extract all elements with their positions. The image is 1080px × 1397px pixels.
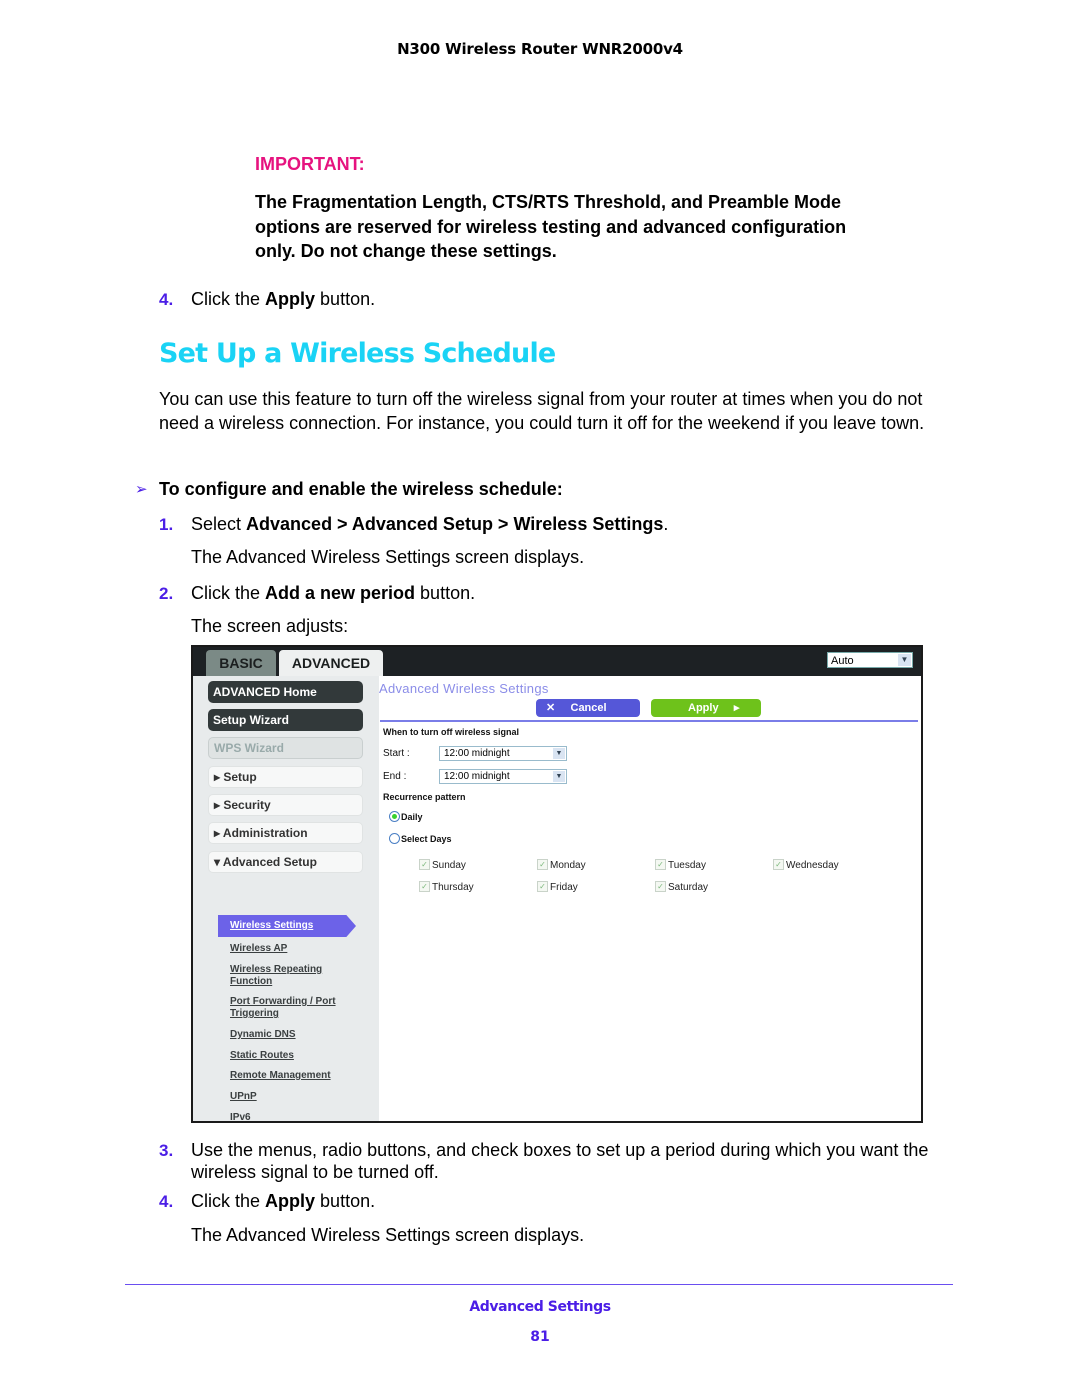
sidebar-item-port-forwarding[interactable]: Port Forwarding / Port Triggering bbox=[230, 996, 345, 1020]
step-number: 3. bbox=[159, 1141, 174, 1160]
step-3: 3. Use the menus, radio buttons, and che… bbox=[0, 1140, 1080, 1186]
step-text: Use the menus, radio buttons, and check … bbox=[191, 1140, 929, 1182]
wednesday-checkbox[interactable]: ✓ bbox=[773, 859, 784, 870]
procedure-arrow-icon: ➢ bbox=[135, 481, 148, 498]
important-note: The Fragmentation Length, CTS/RTS Thresh… bbox=[255, 192, 847, 261]
tab-advanced[interactable]: ADVANCED bbox=[279, 650, 383, 676]
language-select-value: Auto bbox=[831, 655, 854, 667]
daily-label: Daily bbox=[401, 812, 423, 822]
saturday-checkbox[interactable]: ✓ bbox=[655, 881, 666, 892]
start-label: Start : bbox=[383, 748, 410, 759]
step-text-post: button. bbox=[315, 1191, 376, 1211]
sidebar-item-wireless-ap[interactable]: Wireless AP bbox=[230, 943, 350, 955]
footer-section-name: Advanced Settings bbox=[469, 1299, 611, 1315]
step-text-post: button. bbox=[315, 289, 376, 309]
step-1-result: The Advanced Wireless Settings screen di… bbox=[191, 547, 585, 567]
select-days-label: Select Days bbox=[401, 834, 452, 844]
step-text: Click the Add a new period button. bbox=[191, 583, 475, 604]
chevron-down-icon: ▼ bbox=[553, 748, 565, 759]
saturday-label: Saturday bbox=[668, 882, 709, 893]
daily-radio[interactable] bbox=[389, 811, 400, 822]
cancel-button[interactable]: ✕ Cancel bbox=[536, 699, 640, 717]
sidebar-administration[interactable]: ▸ Administration bbox=[208, 822, 363, 844]
schedule-section-label: When to turn off wireless signal bbox=[383, 727, 520, 737]
top-bar: BASIC ADVANCED Auto ▼ bbox=[193, 647, 921, 676]
friday-label: Friday bbox=[550, 882, 578, 893]
step-number: 2. bbox=[159, 584, 174, 603]
sidebar-advanced-setup[interactable]: ▾ Advanced Setup bbox=[208, 851, 363, 873]
select-days-radio[interactable] bbox=[389, 833, 400, 844]
chevron-down-icon: ▼ bbox=[553, 771, 565, 782]
step-number: 1. bbox=[159, 515, 174, 534]
step-2-result: The screen adjusts: bbox=[191, 616, 349, 636]
start-time-select[interactable]: 12:00 midnight ▼ bbox=[439, 746, 567, 761]
step-text-post: button. bbox=[415, 583, 476, 603]
sidebar-item-dynamic-dns[interactable]: Dynamic DNS bbox=[230, 1029, 350, 1041]
step-text-post: . bbox=[663, 514, 669, 534]
wednesday-label: Wednesday bbox=[786, 860, 839, 871]
step-text: Click the Apply button. bbox=[191, 289, 375, 310]
step-text: Select Advanced > Advanced Setup > Wirel… bbox=[191, 514, 668, 535]
sidebar-item-upnp[interactable]: UPnP bbox=[230, 1091, 350, 1103]
sidebar-security[interactable]: ▸ Security bbox=[208, 794, 363, 816]
end-time-value: 12:00 midnight bbox=[444, 771, 510, 782]
apply-button-label: Apply ▸ bbox=[688, 702, 740, 714]
section-title: Set Up a Wireless Schedule bbox=[159, 338, 556, 369]
heading-divider bbox=[380, 720, 918, 722]
step-text-pre: Click the bbox=[191, 289, 266, 309]
tuesday-label: Tuesday bbox=[668, 860, 706, 871]
step-text-bold: Apply bbox=[265, 289, 316, 309]
router-ui-screenshot: BASIC ADVANCED Auto ▼ ADVANCED Home Setu… bbox=[191, 645, 923, 1123]
end-label: End : bbox=[383, 771, 407, 782]
step-4-prev: 4. Click the Apply button. bbox=[0, 289, 1080, 313]
sidebar-setup-wizard[interactable]: Setup Wizard bbox=[208, 709, 363, 731]
step-text-pre: Click the bbox=[191, 583, 266, 603]
step-text-bold: Add a new period bbox=[265, 583, 416, 603]
end-time-select[interactable]: 12:00 midnight ▼ bbox=[439, 769, 567, 784]
monday-checkbox[interactable]: ✓ bbox=[537, 859, 548, 870]
important-label: IMPORTANT: bbox=[255, 154, 365, 174]
main-panel: Advanced Wireless Settings ✕ Cancel Appl… bbox=[379, 676, 921, 1121]
sidebar-item-static-routes[interactable]: Static Routes bbox=[230, 1050, 350, 1062]
start-time-value: 12:00 midnight bbox=[444, 748, 510, 759]
monday-label: Monday bbox=[550, 860, 586, 871]
tab-basic[interactable]: BASIC bbox=[206, 650, 276, 676]
step-1: 1. Select Advanced > Advanced Setup > Wi… bbox=[0, 514, 1080, 538]
friday-checkbox[interactable]: ✓ bbox=[537, 881, 548, 892]
page-title: Advanced Wireless Settings bbox=[379, 681, 549, 696]
step-number: 4. bbox=[159, 1192, 174, 1211]
sidebar-wps-wizard[interactable]: WPS Wizard bbox=[208, 737, 363, 759]
tuesday-checkbox[interactable]: ✓ bbox=[655, 859, 666, 870]
footer-rule bbox=[125, 1284, 953, 1285]
step-text-bold: Advanced > Advanced Setup > Wireless Set… bbox=[246, 514, 664, 534]
procedure-title: To configure and enable the wireless sch… bbox=[159, 479, 563, 499]
step-number: 4. bbox=[159, 290, 174, 309]
step-4: 4. Click the Apply button. bbox=[0, 1191, 1080, 1215]
sidebar-setup[interactable]: ▸ Setup bbox=[208, 766, 363, 788]
sidebar-advanced-home[interactable]: ADVANCED Home bbox=[208, 681, 363, 703]
sidebar-item-wireless-settings[interactable]: Wireless Settings bbox=[218, 915, 356, 937]
chevron-down-icon: ▼ bbox=[898, 654, 911, 666]
sidebar: ADVANCED Home Setup Wizard WPS Wizard ▸ … bbox=[193, 676, 379, 1121]
apply-button[interactable]: Apply ▸ bbox=[651, 699, 761, 717]
sidebar-item-wireless-repeating[interactable]: Wireless Repeating Function bbox=[230, 964, 350, 988]
sunday-label: Sunday bbox=[432, 860, 466, 871]
sunday-checkbox[interactable]: ✓ bbox=[419, 859, 430, 870]
recurrence-label: Recurrence pattern bbox=[383, 792, 466, 802]
step-4-result: The Advanced Wireless Settings screen di… bbox=[191, 1225, 585, 1245]
step-text-pre: Select bbox=[191, 514, 247, 534]
step-text-pre: Click the bbox=[191, 1191, 266, 1211]
thursday-checkbox[interactable]: ✓ bbox=[419, 881, 430, 892]
step-2: 2. Click the Add a new period button. bbox=[0, 583, 1080, 607]
sidebar-item-ipv6[interactable]: IPv6 bbox=[230, 1112, 350, 1121]
cancel-button-label: ✕ Cancel bbox=[546, 702, 607, 714]
page-number: 81 bbox=[530, 1329, 550, 1345]
step-text-bold: Apply bbox=[265, 1191, 316, 1211]
language-select[interactable]: Auto ▼ bbox=[827, 652, 913, 668]
thursday-label: Thursday bbox=[432, 882, 474, 893]
sidebar-item-remote-management[interactable]: Remote Management bbox=[230, 1070, 350, 1082]
document-header: N300 Wireless Router WNR2000v4 bbox=[397, 40, 683, 58]
section-intro: You can use this feature to turn off the… bbox=[159, 389, 925, 433]
step-text: Click the Apply button. bbox=[191, 1191, 375, 1212]
